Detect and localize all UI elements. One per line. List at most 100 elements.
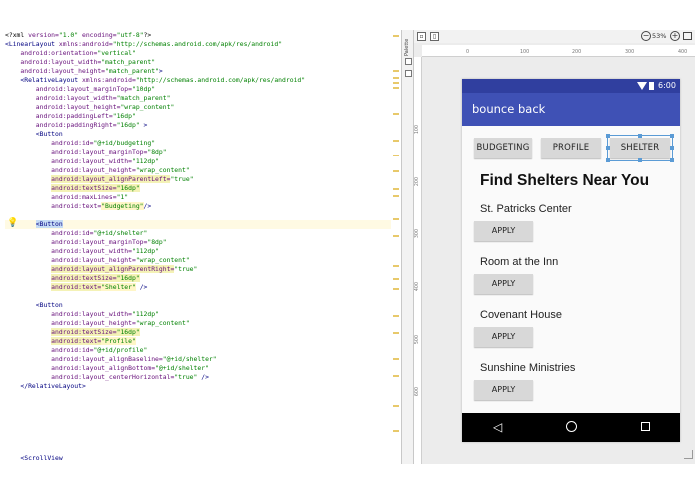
code-line[interactable]: android:text="Budgeting"/> bbox=[5, 202, 396, 211]
code-line[interactable]: android:text="Shelter" /> bbox=[5, 283, 396, 292]
gutter-marker[interactable] bbox=[393, 315, 399, 317]
recents-icon[interactable] bbox=[641, 422, 650, 431]
gutter-marker[interactable] bbox=[393, 155, 399, 156]
gutter-marker[interactable] bbox=[393, 35, 399, 37]
code-line[interactable]: <?xml version="1.0" encoding="utf-8"?> bbox=[5, 31, 396, 40]
code-line[interactable]: <Button bbox=[5, 301, 396, 310]
code-line[interactable] bbox=[5, 418, 396, 427]
code-line[interactable]: android:layout_marginTop="8dp" bbox=[5, 238, 396, 247]
code-line[interactable]: android:layout_height="wrap_content" bbox=[5, 319, 396, 328]
resize-handle[interactable] bbox=[638, 134, 642, 138]
code-line[interactable]: android:id="@+id/shelter" bbox=[5, 229, 396, 238]
apply-button[interactable]: APPLY bbox=[474, 221, 533, 241]
gutter-marker[interactable] bbox=[393, 430, 399, 432]
gutter-marker[interactable] bbox=[393, 195, 399, 197]
code-line[interactable]: android:id="@+id/profile" bbox=[5, 346, 396, 355]
gutter-marker[interactable] bbox=[393, 140, 399, 142]
code-line[interactable]: android:id="@+id/login_form" bbox=[5, 463, 396, 464]
code-line[interactable]: </RelativeLayout> bbox=[5, 382, 396, 391]
code-line[interactable] bbox=[5, 391, 396, 400]
zoom-out-button[interactable]: − bbox=[641, 31, 651, 41]
gutter-marker[interactable] bbox=[393, 288, 399, 290]
gutter-marker[interactable] bbox=[393, 170, 399, 172]
code-line[interactable]: <RelativeLayout xmlns:android="http://sc… bbox=[5, 76, 396, 85]
code-line[interactable] bbox=[5, 409, 396, 418]
code-line[interactable] bbox=[5, 211, 396, 220]
zoom-in-button[interactable]: + bbox=[670, 31, 680, 41]
code-line[interactable]: android:text="Profile" bbox=[5, 337, 396, 346]
code-line[interactable]: android:paddingLeft="16dp" bbox=[5, 112, 396, 121]
code-line[interactable] bbox=[5, 292, 396, 301]
device-screen[interactable]: 6:00 bounce back BUDGETING PROFILE SHELT… bbox=[462, 79, 680, 442]
code-line[interactable]: android:layout_height="match_parent"> bbox=[5, 67, 396, 76]
gutter-marker[interactable] bbox=[393, 77, 399, 79]
resize-handle[interactable] bbox=[606, 158, 610, 162]
gutter-marker[interactable] bbox=[393, 218, 399, 220]
device-icon[interactable]: ▯ bbox=[430, 32, 439, 41]
code-line[interactable] bbox=[5, 427, 396, 436]
apply-button[interactable]: APPLY bbox=[474, 380, 533, 400]
code-line[interactable]: android:orientation="vertical" bbox=[5, 49, 396, 58]
code-line[interactable]: android:id="@+id/budgeting" bbox=[5, 139, 396, 148]
gutter-marker[interactable] bbox=[393, 278, 399, 280]
code-line[interactable]: android:layout_marginTop="10dp" bbox=[5, 85, 396, 94]
design-surface-icon[interactable]: ▫ bbox=[417, 32, 426, 41]
profile-button[interactable]: PROFILE bbox=[541, 138, 601, 158]
error-stripe-gutter[interactable] bbox=[391, 30, 400, 464]
gutter-marker[interactable] bbox=[393, 82, 399, 84]
code-line[interactable]: android:paddingRight="16dp" > bbox=[5, 121, 396, 130]
code-lines[interactable]: <?xml version="1.0" encoding="utf-8"?> <L… bbox=[5, 31, 396, 464]
gutter-marker[interactable] bbox=[393, 113, 399, 115]
code-line[interactable]: android:layout_width="112dp" bbox=[5, 157, 396, 166]
zoom-to-fit-icon[interactable] bbox=[683, 32, 692, 40]
code-line[interactable]: <LinearLayout xmlns:android="http://sche… bbox=[5, 40, 396, 49]
resize-handle[interactable] bbox=[606, 146, 610, 150]
code-line[interactable]: android:textSize="16dp" bbox=[5, 274, 396, 283]
apply-button[interactable]: APPLY bbox=[474, 274, 533, 294]
palette-label[interactable]: Palette bbox=[404, 34, 410, 56]
gutter-marker[interactable] bbox=[393, 375, 399, 377]
resize-handle[interactable] bbox=[670, 146, 674, 150]
home-icon[interactable] bbox=[566, 421, 577, 432]
code-line[interactable]: android:layout_width="match_parent" bbox=[5, 94, 396, 103]
resize-handle[interactable] bbox=[670, 134, 674, 138]
code-line[interactable]: android:layout_width="match_parent" bbox=[5, 58, 396, 67]
resize-handle[interactable] bbox=[670, 158, 674, 162]
code-line[interactable] bbox=[5, 445, 396, 454]
gutter-marker[interactable] bbox=[393, 358, 399, 360]
code-line[interactable]: android:maxLines="1" bbox=[5, 193, 396, 202]
gutter-marker[interactable] bbox=[393, 265, 399, 267]
resize-handle[interactable] bbox=[606, 134, 610, 138]
code-line[interactable]: android:layout_height="wrap_content" bbox=[5, 256, 396, 265]
code-line[interactable]: android:layout_width="112dp" bbox=[5, 310, 396, 319]
code-line[interactable]: android:textSize="16dp" bbox=[5, 184, 396, 193]
gutter-marker[interactable] bbox=[393, 70, 399, 72]
gutter-marker[interactable] bbox=[393, 235, 399, 237]
apply-button[interactable]: APPLY bbox=[474, 327, 533, 347]
code-line[interactable]: android:layout_width="112dp" bbox=[5, 247, 396, 256]
code-line[interactable]: android:layout_alignBaseline="@+id/shelt… bbox=[5, 355, 396, 364]
code-line[interactable] bbox=[5, 436, 396, 445]
xml-code-editor[interactable]: <?xml version="1.0" encoding="utf-8"?> <L… bbox=[0, 30, 400, 464]
preview-resize-handle[interactable] bbox=[684, 450, 693, 459]
code-line[interactable]: android:layout_centerHorizontal="true" /… bbox=[5, 373, 396, 382]
budgeting-button[interactable]: BUDGETING bbox=[474, 138, 532, 158]
design-icon[interactable] bbox=[405, 70, 412, 77]
code-line[interactable]: <Button bbox=[5, 220, 396, 229]
gutter-marker[interactable] bbox=[393, 405, 399, 407]
code-line[interactable] bbox=[5, 400, 396, 409]
code-line[interactable]: android:layout_alignBottom="@+id/shelter… bbox=[5, 364, 396, 373]
gutter-marker[interactable] bbox=[393, 87, 399, 89]
selection-outline[interactable] bbox=[606, 134, 674, 162]
code-line[interactable]: <ScrollView bbox=[5, 454, 396, 463]
code-line[interactable]: android:layout_marginTop="8dp" bbox=[5, 148, 396, 157]
back-icon[interactable]: ◁ bbox=[493, 420, 502, 434]
code-line[interactable]: android:textSize="16dp" bbox=[5, 328, 396, 337]
code-line[interactable]: <Button bbox=[5, 130, 396, 139]
code-line[interactable]: android:layout_alignParentLeft="true" bbox=[5, 175, 396, 184]
code-line[interactable]: android:layout_height="wrap_content" bbox=[5, 166, 396, 175]
code-line[interactable]: android:layout_height="wrap_content" bbox=[5, 103, 396, 112]
resize-handle[interactable] bbox=[638, 158, 642, 162]
gutter-marker[interactable] bbox=[393, 332, 399, 334]
component-tree-icon[interactable] bbox=[405, 58, 412, 65]
